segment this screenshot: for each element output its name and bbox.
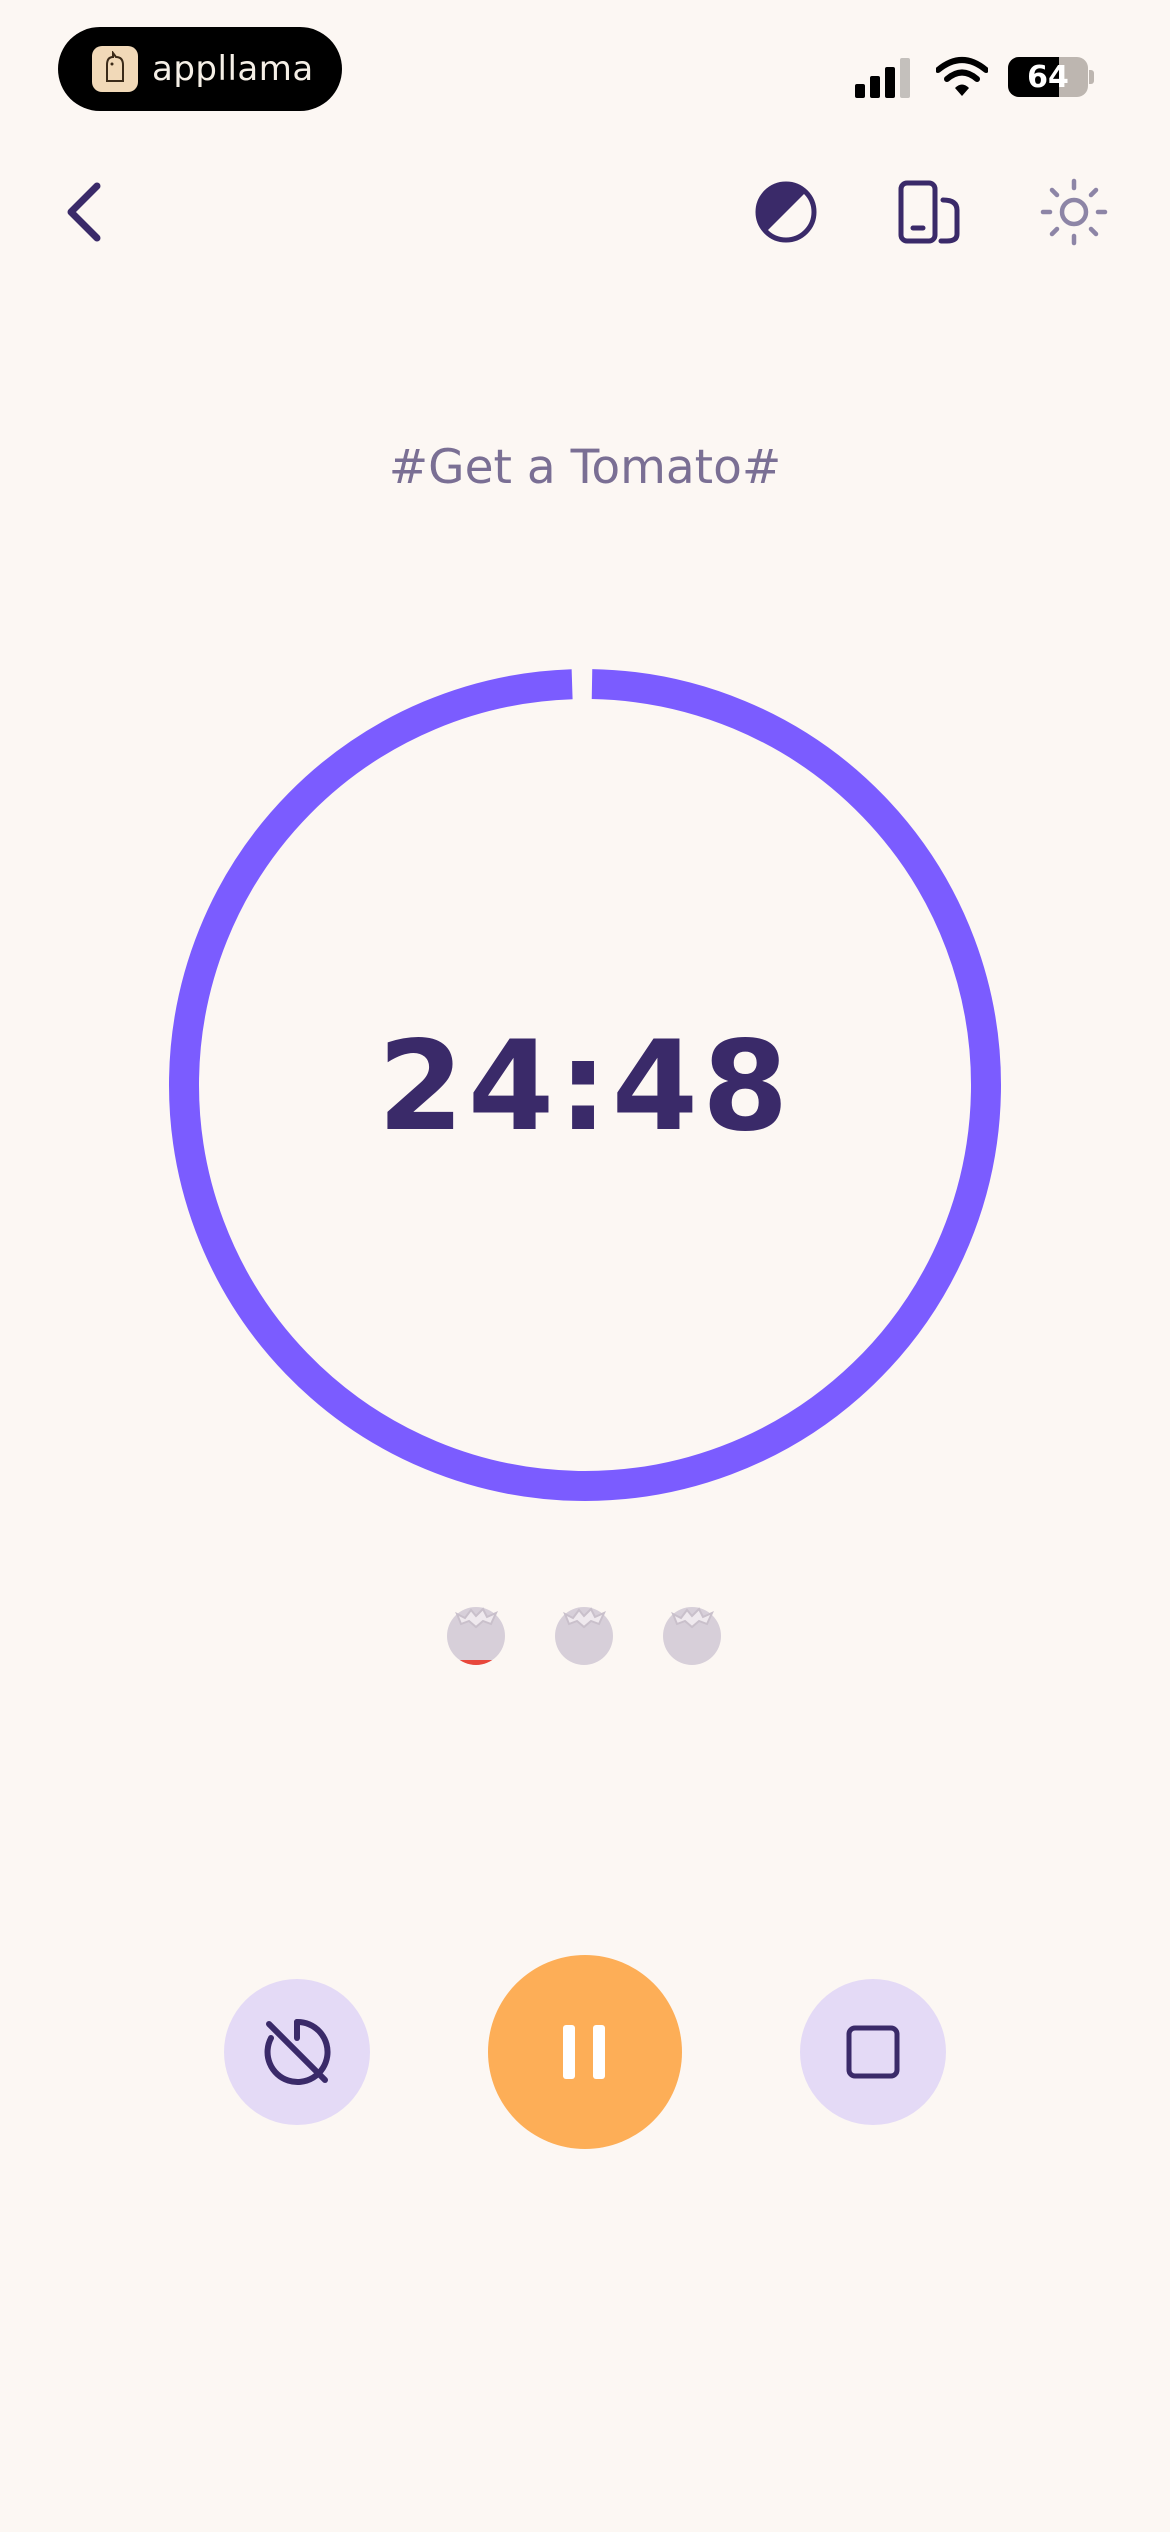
session-title: #Get a Tomato# — [388, 440, 782, 495]
battery-indicator: 64 — [1008, 57, 1088, 97]
devices-icon — [898, 180, 960, 244]
wifi-icon — [936, 57, 988, 96]
sun-icon — [1040, 178, 1108, 246]
tomato-indicator-3 — [663, 1607, 721, 1665]
app-badge: appllama — [58, 27, 342, 111]
battery-percent: 64 — [1027, 59, 1069, 95]
pause-icon — [563, 2025, 605, 2079]
timer-display: 24:48 — [377, 1015, 793, 1159]
back-button[interactable] — [44, 172, 124, 252]
tomato-indicator-1 — [447, 1607, 505, 1665]
device-orientation-button[interactable] — [890, 172, 970, 252]
cellular-signal-icon — [855, 58, 910, 98]
brand-label: appllama — [152, 49, 314, 89]
chevron-left-icon — [67, 182, 101, 242]
skip-timer-button[interactable] — [224, 1979, 370, 2125]
contrast-icon — [755, 181, 817, 243]
theme-toggle-button[interactable] — [746, 172, 826, 252]
timer-off-icon — [264, 2018, 331, 2085]
stop-button[interactable] — [800, 1979, 946, 2125]
tomato-indicator-2 — [555, 1607, 613, 1665]
llama-logo-icon — [92, 46, 138, 92]
brightness-button[interactable] — [1034, 172, 1114, 252]
pause-button[interactable] — [488, 1955, 682, 2149]
battery-nub — [1089, 70, 1094, 84]
stop-icon — [846, 2025, 900, 2079]
